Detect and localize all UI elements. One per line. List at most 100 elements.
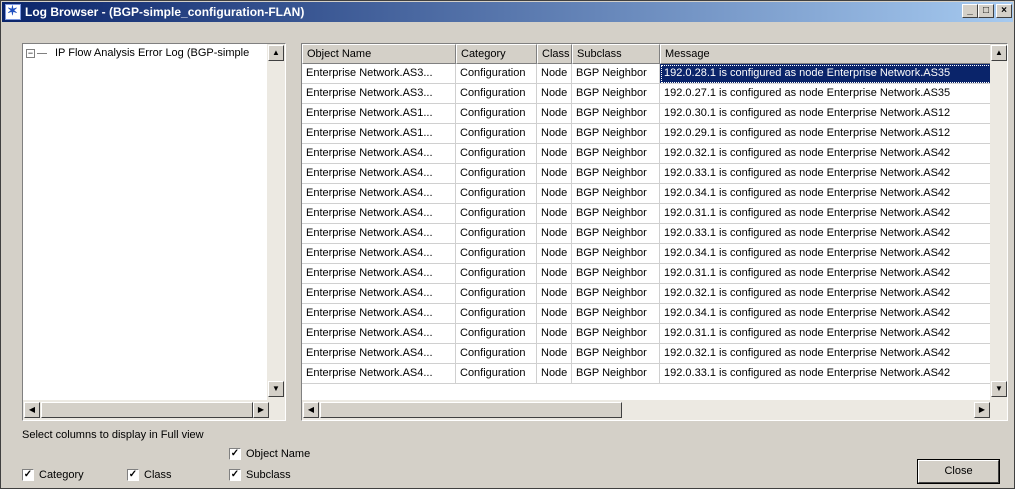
- cell-class[interactable]: Node: [537, 164, 572, 184]
- cell-category[interactable]: Configuration: [456, 324, 537, 344]
- table-row[interactable]: Enterprise Network.AS4... Configuration No…: [302, 364, 994, 384]
- column-header-object-name[interactable]: Object Name: [302, 44, 456, 64]
- cell-class[interactable]: Node: [537, 224, 572, 244]
- table-row[interactable]: Enterprise Network.AS4... Configuration No…: [302, 324, 994, 344]
- cell-category[interactable]: Configuration: [456, 264, 537, 284]
- cell-message[interactable]: 192.0.31.1 is configured as node Enterpr…: [660, 204, 994, 224]
- class-checkbox[interactable]: ✓ Class: [127, 469, 172, 481]
- cell-object-name[interactable]: Enterprise Network.AS4...: [302, 204, 456, 224]
- cell-message[interactable]: 192.0.30.1 is configured as node Enterpr…: [660, 104, 994, 124]
- column-header-subclass[interactable]: Subclass: [572, 44, 660, 64]
- cell-message[interactable]: 192.0.34.1 is configured as node Enterpr…: [660, 304, 994, 324]
- cell-category[interactable]: Configuration: [456, 144, 537, 164]
- object-name-checkbox[interactable]: ✓ Object Name: [229, 448, 310, 460]
- cell-subclass[interactable]: BGP Neighbor: [572, 304, 660, 324]
- checkbox-check-icon[interactable]: ✓: [229, 448, 241, 460]
- cell-object-name[interactable]: Enterprise Network.AS4...: [302, 264, 456, 284]
- cell-subclass[interactable]: BGP Neighbor: [572, 144, 660, 164]
- cell-class[interactable]: Node: [537, 284, 572, 304]
- scroll-up-icon[interactable]: ▲: [991, 45, 1007, 61]
- cell-message[interactable]: 192.0.32.1 is configured as node Enterpr…: [660, 284, 994, 304]
- cell-message[interactable]: 192.0.34.1 is configured as node Enterpr…: [660, 244, 994, 264]
- cell-category[interactable]: Configuration: [456, 304, 537, 324]
- category-checkbox[interactable]: ✓ Category: [22, 469, 84, 481]
- table-row[interactable]: Enterprise Network.AS4... Configuration No…: [302, 204, 994, 224]
- cell-subclass[interactable]: BGP Neighbor: [572, 184, 660, 204]
- cell-class[interactable]: Node: [537, 144, 572, 164]
- title-bar[interactable]: Log Browser - (BGP-simple_configuration-…: [2, 2, 1013, 22]
- cell-object-name[interactable]: Enterprise Network.AS4...: [302, 184, 456, 204]
- cell-class[interactable]: Node: [537, 244, 572, 264]
- scroll-left-icon[interactable]: ◀: [303, 402, 319, 418]
- cell-class[interactable]: Node: [537, 124, 572, 144]
- cell-class[interactable]: Node: [537, 104, 572, 124]
- cell-category[interactable]: Configuration: [456, 84, 537, 104]
- cell-object-name[interactable]: Enterprise Network.AS4...: [302, 244, 456, 264]
- cell-category[interactable]: Configuration: [456, 284, 537, 304]
- table-row[interactable]: Enterprise Network.AS4... Configuration No…: [302, 184, 994, 204]
- cell-category[interactable]: Configuration: [456, 64, 537, 84]
- cell-object-name[interactable]: Enterprise Network.AS4...: [302, 164, 456, 184]
- cell-message[interactable]: 192.0.33.1 is configured as node Enterpr…: [660, 364, 994, 384]
- cell-class[interactable]: Node: [537, 84, 572, 104]
- cell-category[interactable]: Configuration: [456, 344, 537, 364]
- table-row[interactable]: Enterprise Network.AS4... Configuration No…: [302, 164, 994, 184]
- table-row[interactable]: Enterprise Network.AS4... Configuration No…: [302, 244, 994, 264]
- tree-hscroll-thumb[interactable]: [41, 402, 253, 418]
- table-row[interactable]: Enterprise Network.AS4... Configuration No…: [302, 344, 994, 364]
- cell-category[interactable]: Configuration: [456, 364, 537, 384]
- table-row[interactable]: Enterprise Network.AS3... Configuration No…: [302, 64, 994, 84]
- cell-object-name[interactable]: Enterprise Network.AS4...: [302, 144, 456, 164]
- close-window-button[interactable]: ×: [996, 4, 1012, 18]
- cell-object-name[interactable]: Enterprise Network.AS4...: [302, 324, 456, 344]
- panel-splitter[interactable]: [289, 43, 299, 421]
- table-row[interactable]: Enterprise Network.AS1... Configuration No…: [302, 104, 994, 124]
- cell-subclass[interactable]: BGP Neighbor: [572, 244, 660, 264]
- cell-message[interactable]: 192.0.29.1 is configured as node Enterpr…: [660, 124, 994, 144]
- cell-subclass[interactable]: BGP Neighbor: [572, 364, 660, 384]
- cell-subclass[interactable]: BGP Neighbor: [572, 324, 660, 344]
- cell-category[interactable]: Configuration: [456, 184, 537, 204]
- cell-object-name[interactable]: Enterprise Network.AS1...: [302, 104, 456, 124]
- cell-category[interactable]: Configuration: [456, 244, 537, 264]
- scroll-right-icon[interactable]: ▶: [974, 402, 990, 418]
- cell-message[interactable]: 192.0.32.1 is configured as node Enterpr…: [660, 344, 994, 364]
- column-header-message[interactable]: Message: [660, 44, 994, 64]
- cell-subclass[interactable]: BGP Neighbor: [572, 124, 660, 144]
- collapse-icon[interactable]: −: [26, 48, 35, 58]
- cell-category[interactable]: Configuration: [456, 124, 537, 144]
- table-vertical-scrollbar[interactable]: ▲ ▼: [990, 44, 1007, 400]
- cell-category[interactable]: Configuration: [456, 204, 537, 224]
- checkbox-check-icon[interactable]: ✓: [22, 469, 34, 481]
- cell-object-name[interactable]: Enterprise Network.AS1...: [302, 124, 456, 144]
- cell-object-name[interactable]: Enterprise Network.AS4...: [302, 304, 456, 324]
- cell-message[interactable]: 192.0.34.1 is configured as node Enterpr…: [660, 184, 994, 204]
- cell-object-name[interactable]: Enterprise Network.AS4...: [302, 284, 456, 304]
- table-row[interactable]: Enterprise Network.AS4... Configuration No…: [302, 224, 994, 244]
- table-row[interactable]: Enterprise Network.AS1... Configuration No…: [302, 124, 994, 144]
- cell-subclass[interactable]: BGP Neighbor: [572, 264, 660, 284]
- table-horizontal-scrollbar[interactable]: ◀ ▶: [302, 400, 1007, 420]
- cell-subclass[interactable]: BGP Neighbor: [572, 164, 660, 184]
- scroll-down-icon[interactable]: ▼: [268, 381, 284, 397]
- column-header-class[interactable]: Class: [537, 44, 572, 64]
- cell-object-name[interactable]: Enterprise Network.AS3...: [302, 64, 456, 84]
- scroll-right-icon[interactable]: ▶: [253, 402, 269, 418]
- maximize-button[interactable]: □: [978, 4, 994, 18]
- cell-object-name[interactable]: Enterprise Network.AS4...: [302, 344, 456, 364]
- scroll-down-icon[interactable]: ▼: [991, 381, 1007, 397]
- checkbox-check-icon[interactable]: ✓: [229, 469, 241, 481]
- tree-vertical-scrollbar[interactable]: ▲ ▼: [267, 44, 285, 400]
- table-hscroll-thumb[interactable]: [320, 402, 622, 418]
- cell-class[interactable]: Node: [537, 264, 572, 284]
- cell-message[interactable]: 192.0.33.1 is configured as node Enterpr…: [660, 164, 994, 184]
- cell-class[interactable]: Node: [537, 344, 572, 364]
- column-header-category[interactable]: Category: [456, 44, 537, 64]
- cell-subclass[interactable]: BGP Neighbor: [572, 344, 660, 364]
- subclass-checkbox[interactable]: ✓ Subclass: [229, 469, 291, 481]
- cell-category[interactable]: Configuration: [456, 104, 537, 124]
- cell-class[interactable]: Node: [537, 324, 572, 344]
- cell-category[interactable]: Configuration: [456, 164, 537, 184]
- table-row[interactable]: Enterprise Network.AS4... Configuration No…: [302, 284, 994, 304]
- cell-message[interactable]: 192.0.27.1 is configured as node Enterpr…: [660, 84, 994, 104]
